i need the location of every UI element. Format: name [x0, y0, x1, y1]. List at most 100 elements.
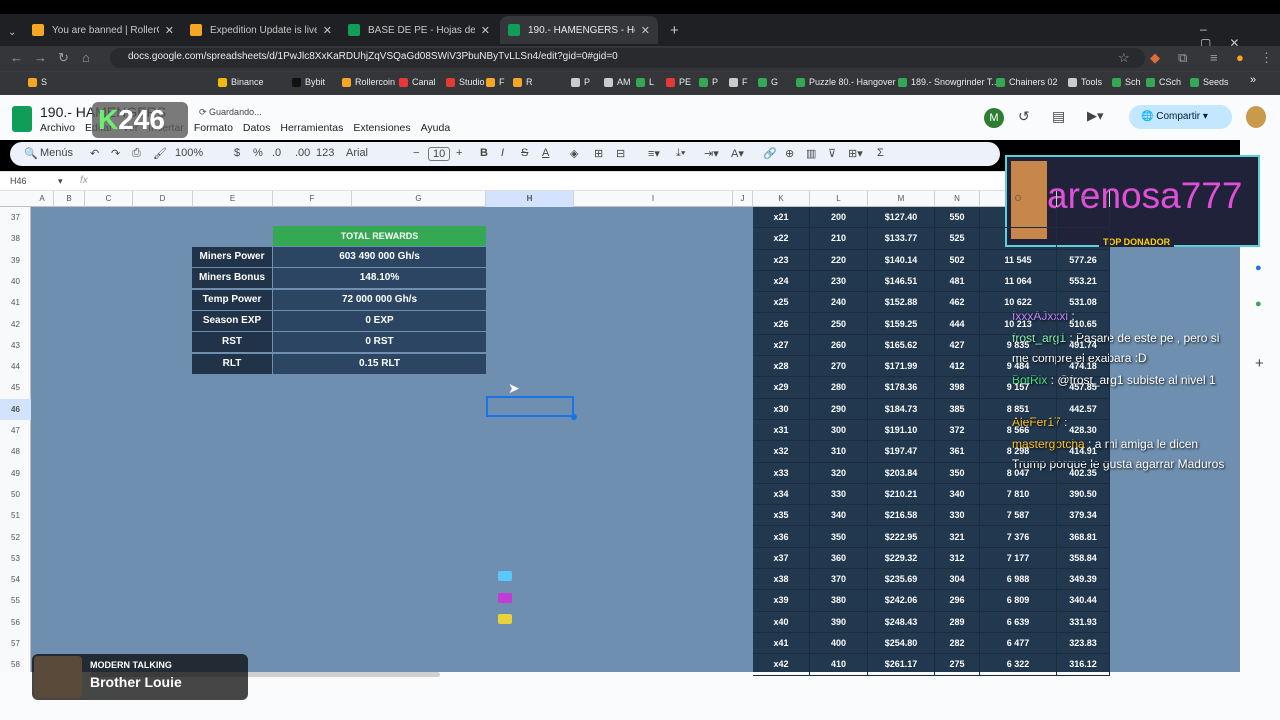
fill-handle[interactable] — [571, 414, 577, 420]
wrap-icon[interactable]: ⇥▾ — [704, 147, 719, 160]
table-cell[interactable]: $140.14 — [868, 249, 935, 270]
table-cell[interactable]: 6 809 — [980, 590, 1057, 611]
bookmark-item[interactable]: AM — [604, 77, 631, 87]
table-cell[interactable]: 330 — [935, 505, 980, 526]
table-cell[interactable]: 361 — [935, 441, 980, 462]
sheets-logo-icon[interactable] — [12, 106, 32, 132]
row-header-47[interactable]: 47 — [0, 420, 31, 441]
strikethrough-icon[interactable]: S — [521, 147, 528, 159]
tab-hamengers-active[interactable]: 190.- HAMENGERS - Hojas de c✕ — [500, 16, 658, 44]
row-header-38[interactable]: 38 — [0, 228, 31, 249]
table-cell[interactable]: 385 — [935, 398, 980, 419]
bookmark-item[interactable]: Canal — [399, 77, 436, 87]
row-header-49[interactable]: 49 — [0, 463, 31, 484]
back-icon[interactable]: ← — [10, 50, 23, 65]
table-cell[interactable]: 427 — [935, 334, 980, 356]
table-cell[interactable]: 250 — [810, 313, 868, 334]
table-cell[interactable]: x33 — [753, 462, 810, 483]
table-cell[interactable]: 380 — [810, 590, 868, 611]
table-cell[interactable]: 398 — [935, 377, 980, 398]
table-cell[interactable]: x31 — [753, 420, 810, 441]
menu-icon[interactable]: ⋮ — [1260, 50, 1273, 66]
row-header-46[interactable]: 46 — [0, 398, 31, 420]
maps-icon[interactable]: ● — [1255, 298, 1262, 310]
table-cell[interactable]: $159.25 — [868, 313, 935, 334]
table-cell[interactable]: $210.21 — [868, 483, 935, 505]
bookmark-item[interactable]: Puzzle 80.- Hangover — [796, 77, 896, 87]
reward-value[interactable]: 603 490 000 Gh/s — [273, 247, 486, 267]
table-cell[interactable]: x27 — [753, 334, 810, 356]
bookmark-item[interactable]: F — [486, 77, 505, 87]
table-cell[interactable]: 444 — [935, 313, 980, 334]
bookmark-item[interactable]: Binance — [218, 77, 264, 87]
table-cell[interactable] — [1057, 228, 1110, 249]
table-cell[interactable]: $133.77 — [868, 228, 935, 249]
table-cell[interactable]: $254.80 — [868, 633, 935, 654]
table-cell[interactable]: 230 — [810, 270, 868, 292]
table-cell[interactable]: 7 177 — [980, 547, 1057, 569]
increase-decimal-button[interactable]: .00 — [295, 147, 310, 159]
url-bar[interactable]: docs.google.com/spreadsheets/d/1PwJlc8Xx… — [110, 48, 1145, 68]
table-cell[interactable]: 390.50 — [1057, 483, 1110, 505]
more-formats-button[interactable]: 123 — [316, 147, 334, 159]
table-cell[interactable] — [980, 207, 1057, 228]
merge-cells-icon[interactable]: ⊟ — [616, 147, 625, 160]
paint-format-icon[interactable]: 🖌 — [153, 147, 167, 160]
bookmark-item[interactable]: 189.- Snowgrinder T... — [898, 77, 999, 87]
fill-color-icon[interactable]: ◈ — [570, 147, 578, 160]
table-cell[interactable]: x28 — [753, 356, 810, 377]
reward-value[interactable]: 0 RST — [273, 332, 486, 353]
bookmark-item[interactable]: G — [758, 77, 778, 87]
table-cell[interactable]: $235.69 — [868, 569, 935, 590]
row-header-37[interactable]: 37 — [0, 207, 31, 228]
account-avatar[interactable] — [1246, 106, 1266, 128]
table-cell[interactable]: x40 — [753, 611, 810, 632]
search-menus[interactable]: Menús — [40, 147, 73, 159]
table-cell[interactable]: x32 — [753, 441, 810, 462]
column-header-m[interactable]: M — [868, 191, 935, 207]
bookmark-item[interactable]: P — [699, 77, 718, 87]
column-header-b[interactable]: B — [54, 191, 85, 207]
table-cell[interactable]: 428.30 — [1057, 420, 1110, 441]
table-cell[interactable]: x35 — [753, 505, 810, 526]
table-cell[interactable]: 270 — [810, 356, 868, 377]
user-avatar[interactable]: M — [984, 108, 1004, 128]
table-cell[interactable]: 510.65 — [1057, 313, 1110, 334]
italic-icon[interactable]: I — [501, 147, 504, 159]
table-cell[interactable]: $203.84 — [868, 462, 935, 483]
table-cell[interactable]: 320 — [810, 462, 868, 483]
print-icon[interactable]: ⎙ — [132, 147, 141, 160]
table-cell[interactable]: 310 — [810, 441, 868, 462]
table-cell[interactable]: 8 566 — [980, 420, 1057, 441]
table-cell[interactable]: 9 835 — [980, 334, 1057, 356]
table-cell[interactable]: 370 — [810, 569, 868, 590]
table-cell[interactable]: 330 — [810, 483, 868, 505]
reward-value[interactable]: 72 000 000 Gh/s — [273, 289, 486, 310]
table-cell[interactable]: 474.18 — [1057, 356, 1110, 377]
table-cell[interactable]: 200 — [810, 207, 868, 228]
bookmark-item[interactable]: Seeds — [1190, 77, 1229, 87]
table-cell[interactable]: 360 — [810, 547, 868, 569]
table-cell[interactable]: x38 — [753, 569, 810, 590]
profile-icon[interactable]: ● — [1236, 50, 1244, 65]
media-icon[interactable]: ≡ — [1210, 50, 1218, 65]
table-cell[interactable]: 390 — [810, 611, 868, 632]
table-cell[interactable]: x24 — [753, 270, 810, 292]
bookmark-item[interactable]: S — [28, 77, 47, 87]
table-cell[interactable]: 6 988 — [980, 569, 1057, 590]
table-cell[interactable]: 7 587 — [980, 505, 1057, 526]
table-cell[interactable]: 553.21 — [1057, 270, 1110, 292]
tab-rollercoin-banned[interactable]: You are banned | RollerCoin.com✕ — [24, 16, 182, 44]
row-header-56[interactable]: 56 — [0, 612, 31, 633]
reload-icon[interactable]: ↻ — [58, 50, 69, 66]
table-cell[interactable]: $152.88 — [868, 292, 935, 313]
name-box[interactable]: H46 — [10, 176, 27, 186]
row-header-39[interactable]: 39 — [0, 250, 31, 271]
bookmark-item[interactable]: Rollercoin — [342, 77, 395, 87]
forward-icon[interactable]: → — [34, 50, 47, 65]
font-select[interactable]: Arial — [346, 147, 368, 159]
font-size-input[interactable]: 10 — [428, 147, 451, 161]
table-cell[interactable]: 358.84 — [1057, 547, 1110, 569]
table-cell[interactable]: 340.44 — [1057, 590, 1110, 611]
link-icon[interactable]: 🔗 — [763, 147, 777, 160]
